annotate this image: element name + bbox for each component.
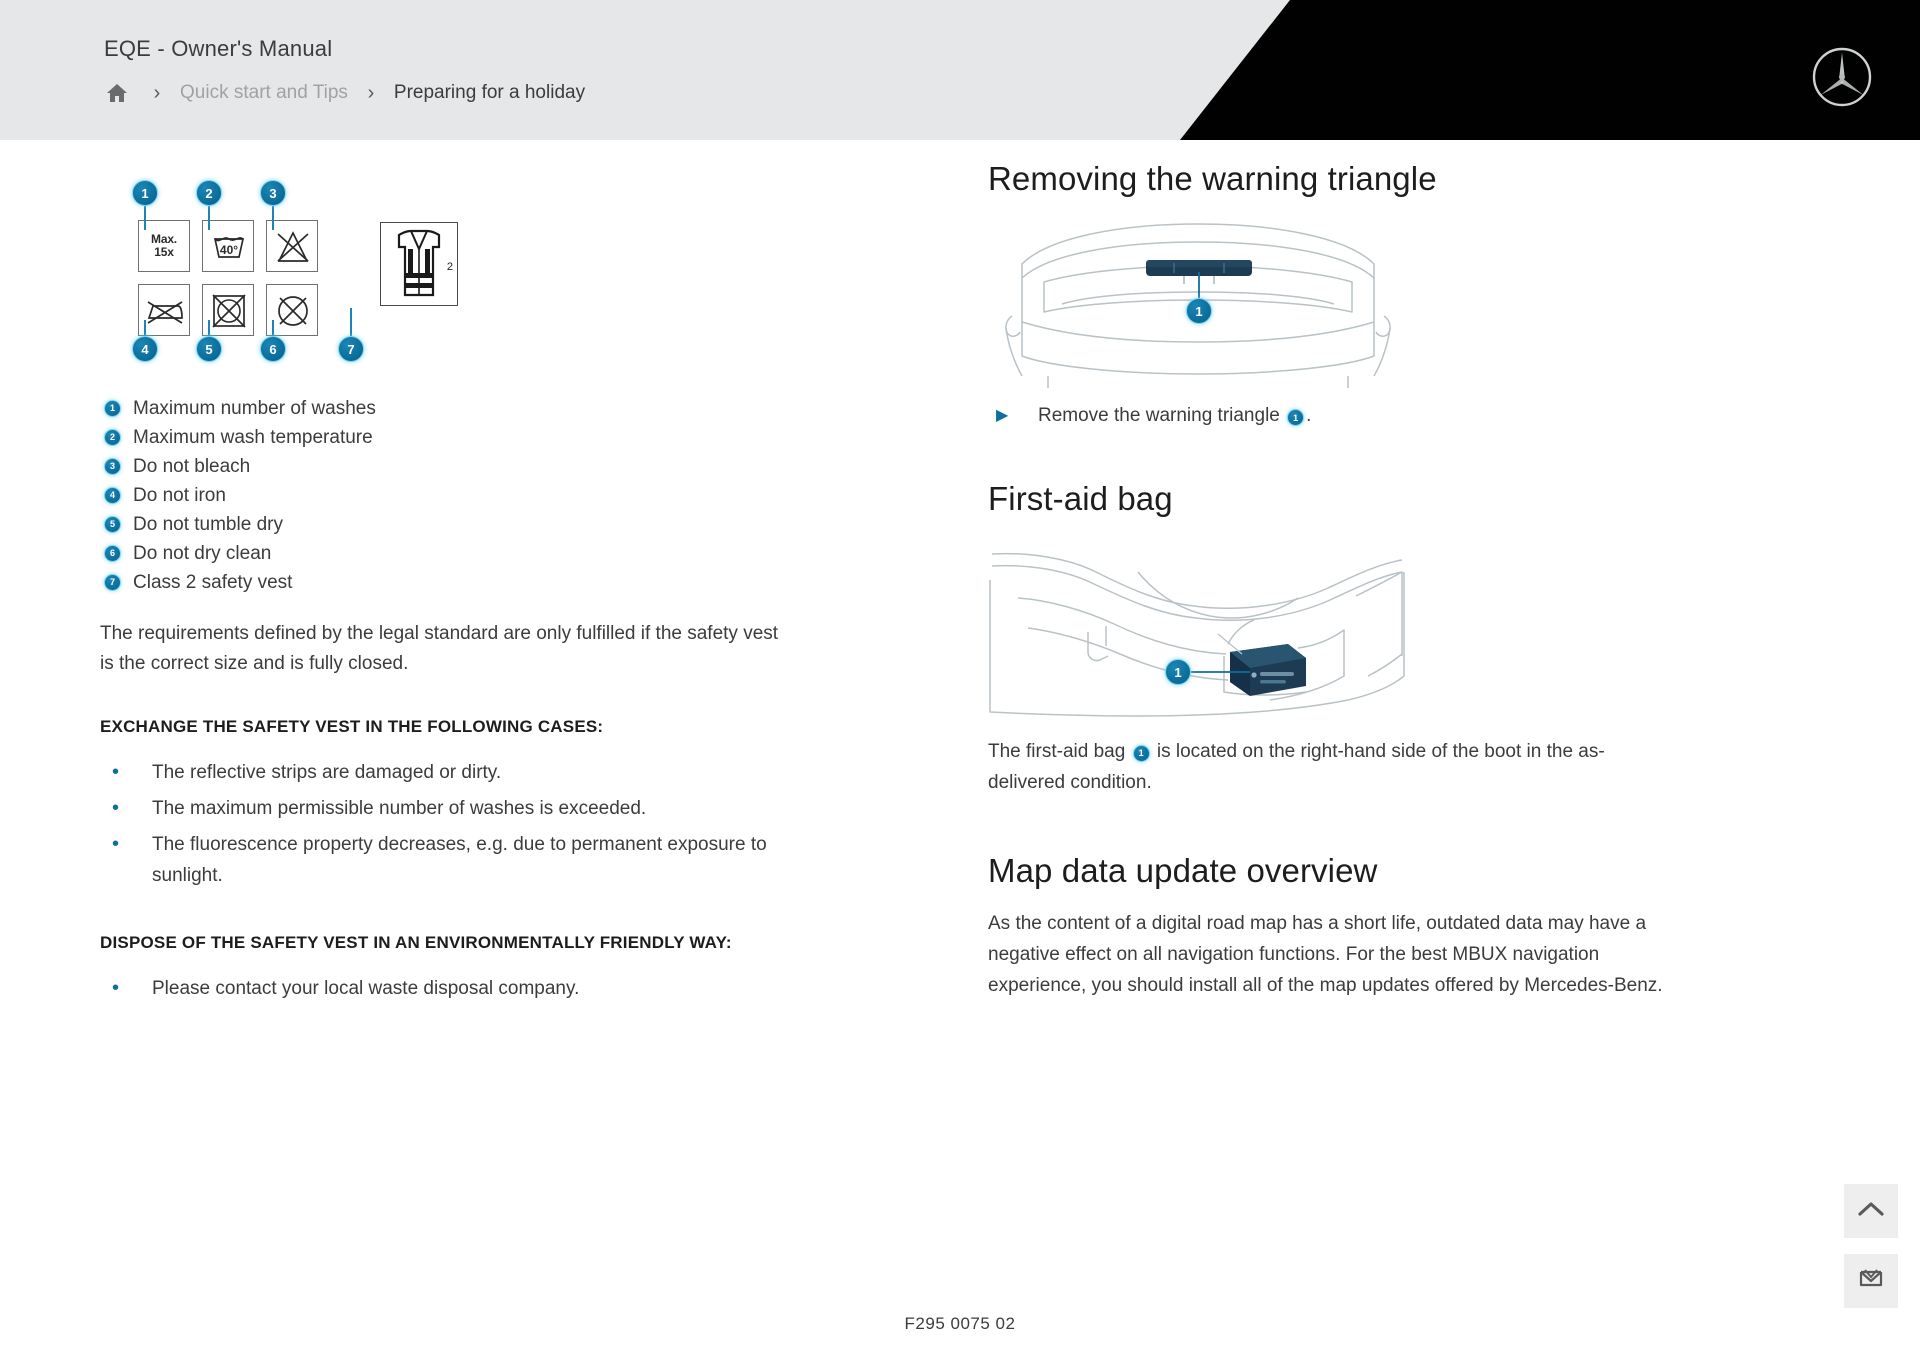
illustration-callout-1: 1 [1186, 298, 1212, 324]
callout-2: 2 [196, 180, 222, 206]
symbol-max-washes: Max. 15x [138, 220, 190, 272]
list-item: 6 Do not dry clean [104, 539, 920, 568]
first-aid-text-before: The first-aid bag [988, 741, 1126, 762]
legend-label-1: Maximum number of washes [133, 398, 376, 419]
legend-badge-6: 6 [104, 545, 121, 562]
callout-4: 4 [132, 336, 158, 362]
list-item: • Please contact your local waste dispos… [100, 973, 920, 1004]
list-item: 7 Class 2 safety vest [104, 568, 920, 597]
step-text: Remove the warning triangle 1. [1038, 405, 1311, 427]
bullet-icon: • [112, 797, 120, 819]
legend-badge-3: 3 [104, 458, 121, 475]
mercedes-star-icon [1811, 46, 1873, 108]
legend-badge-1: 1 [104, 400, 121, 417]
exchange-bullet-3: The fluorescence property decreases, e.g… [152, 834, 767, 886]
callout-1: 1 [132, 180, 158, 206]
header-black-wedge [1180, 0, 1920, 140]
symbol-no-iron [138, 284, 190, 336]
first-aid-badge: 1 [1132, 745, 1150, 763]
exchange-bullet-1: The reflective strips are damaged or dir… [152, 762, 502, 783]
legend-label-5: Do not tumble dry [133, 514, 283, 535]
vest-class-label: 2 [446, 261, 453, 273]
leader-2 [208, 204, 210, 230]
first-aid-bag-illustration: 1 [988, 536, 1408, 724]
symbol-no-tumble-dry [202, 284, 254, 336]
breadcrumb-separator-1: › [153, 81, 161, 104]
callout-6: 6 [260, 336, 286, 362]
legend-label-4: Do not iron [133, 485, 226, 506]
breadcrumb-item-quick-start[interactable]: Quick start and Tips [180, 82, 348, 104]
bullet-icon: • [112, 761, 120, 783]
heading-map-data-update: Map data update overview [988, 852, 1378, 889]
list-item: 1 Maximum number of washes [104, 394, 920, 423]
breadcrumb-separator-2: › [367, 81, 375, 104]
leader-1 [144, 204, 146, 230]
illustration-callout-first-aid: 1 [1165, 659, 1191, 685]
list-item: 4 Do not iron [104, 481, 920, 510]
legend-badge-5: 5 [104, 516, 121, 533]
exchange-bullet-list: • The reflective strips are damaged or d… [100, 757, 920, 891]
home-icon[interactable] [100, 80, 134, 106]
max-washes-line2: 15x [154, 245, 174, 259]
manual-page: EQE - Owner's Manual › Quick start and T… [0, 0, 1920, 1358]
list-item: 5 Do not tumble dry [104, 510, 920, 539]
list-item: • The maximum permissible number of wash… [100, 793, 920, 824]
map-data-paragraph: As the content of a digital road map has… [988, 913, 1663, 996]
scroll-to-top-button[interactable] [1844, 1184, 1898, 1238]
left-column: 1 2 3 4 5 6 7 Max. 15x 40° 2 1 Maximum n… [100, 180, 920, 1009]
first-aid-paragraph: The first-aid bag 1 is located on the ri… [988, 736, 1668, 798]
list-item: • The fluorescence property decreases, e… [100, 829, 920, 891]
callout-7: 7 [338, 336, 364, 362]
step-text-prefix: Remove the warning triangle [1038, 405, 1280, 426]
symbol-no-dry-clean [266, 284, 318, 336]
symbol-safety-vest: 2 [380, 222, 458, 306]
manual-title: EQE - Owner's Manual [104, 36, 333, 61]
step-badge: 1 [1287, 409, 1305, 427]
dispose-bullet-list: • Please contact your local waste dispos… [100, 973, 920, 1004]
symbol-legend-list: 1 Maximum number of washes 2 Maximum was… [104, 394, 920, 597]
leader-3 [272, 204, 274, 230]
breadcrumb-item-current: Preparing for a holiday [393, 82, 586, 103]
care-symbols-figure: 1 2 3 4 5 6 7 Max. 15x 40° 2 [108, 180, 508, 380]
step-text-suffix: . [1306, 405, 1312, 426]
chevron-up-icon [1858, 1201, 1884, 1222]
dispose-heading: DISPOSE OF THE SAFETY VEST IN AN ENVIRON… [100, 933, 732, 952]
step-remove-warning-triangle: ▶ Remove the warning triangle 1. [988, 404, 1828, 428]
page-content: 1 2 3 4 5 6 7 Max. 15x 40° 2 1 Maximum n… [0, 140, 1920, 1358]
step-triangle-icon: ▶ [996, 407, 1009, 424]
list-item: 2 Maximum wash temperature [104, 423, 920, 452]
exchange-heading: EXCHANGE THE SAFETY VEST IN THE FOLLOWIN… [100, 717, 604, 736]
requirements-paragraph: The requirements defined by the legal st… [100, 623, 779, 674]
page-header: EQE - Owner's Manual › Quick start and T… [0, 0, 1920, 140]
legend-badge-4: 4 [104, 487, 121, 504]
legend-label-6: Do not dry clean [133, 543, 272, 564]
right-column: Removing the warning triangle 1 ▶ Remove… [988, 160, 1828, 1001]
feedback-icon [1858, 1268, 1884, 1295]
legend-badge-2: 2 [104, 429, 121, 446]
svg-text:40°: 40° [220, 243, 238, 257]
exchange-bullet-2: The maximum permissible number of washes… [152, 798, 647, 819]
list-item: • The reflective strips are damaged or d… [100, 757, 920, 788]
heading-removing-warning-triangle: Removing the warning triangle [988, 160, 1437, 197]
dispose-bullet-1: Please contact your local waste disposal… [152, 978, 580, 999]
bullet-icon: • [112, 977, 120, 999]
list-item: 3 Do not bleach [104, 452, 920, 481]
callout-5: 5 [196, 336, 222, 362]
legend-label-3: Do not bleach [133, 456, 251, 477]
figure-code: F295 0075 02 [904, 1314, 1016, 1333]
breadcrumb: › Quick start and Tips › Preparing for a… [100, 80, 585, 106]
legend-label-2: Maximum wash temperature [133, 427, 373, 448]
callout-3: 3 [260, 180, 286, 206]
feedback-button[interactable] [1844, 1254, 1898, 1308]
boot-lid-illustration: 1 [988, 216, 1408, 388]
symbol-no-bleach [266, 220, 318, 272]
legend-badge-7: 7 [104, 574, 121, 591]
legend-label-7: Class 2 safety vest [133, 572, 293, 593]
bullet-icon: • [112, 833, 120, 855]
symbol-wash-40: 40° [202, 220, 254, 272]
heading-first-aid-bag: First-aid bag [988, 480, 1173, 517]
